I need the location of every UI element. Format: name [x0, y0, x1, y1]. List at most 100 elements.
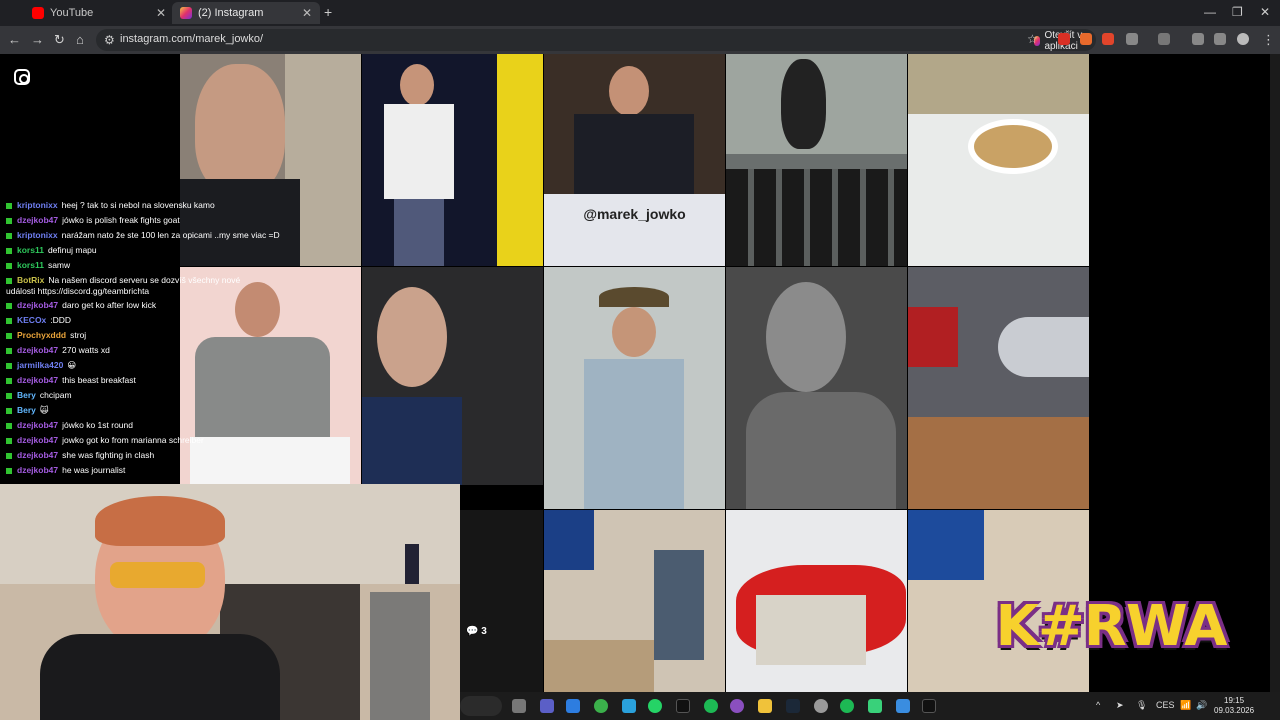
- instagram-icon[interactable]: [14, 69, 30, 85]
- media-icon[interactable]: [1214, 33, 1226, 45]
- extensions-puzzle-icon[interactable]: [1126, 33, 1138, 45]
- steam-icon[interactable]: [786, 699, 800, 713]
- back-icon[interactable]: ←: [8, 32, 21, 47]
- bookmark-star-icon[interactable]: ☆: [1027, 32, 1038, 46]
- post-thumbnail[interactable]: [908, 54, 1089, 266]
- chat-text: jówko ko 1st round: [62, 420, 133, 430]
- close-window-icon[interactable]: ✕: [1260, 5, 1270, 19]
- extension-icon[interactable]: [1102, 33, 1114, 45]
- chrome-icon[interactable]: [594, 699, 608, 713]
- app-icon[interactable]: [868, 699, 882, 713]
- chat-message: KECOx:DDD: [6, 315, 71, 325]
- chat-badge-icon: [6, 262, 12, 269]
- x-icon[interactable]: [676, 699, 690, 713]
- chat-username: kriptonixx: [17, 200, 58, 210]
- language-indicator[interactable]: CES: [1156, 700, 1175, 710]
- chat-text: definuj mapu: [47, 245, 97, 255]
- chat-text: this beast breakfast: [62, 375, 136, 385]
- side-panel-icon[interactable]: [1158, 33, 1170, 45]
- chat-badge-icon: [6, 362, 12, 369]
- webcam-overlay: [0, 484, 460, 720]
- chat-text: chcipam: [39, 390, 72, 400]
- folder-icon[interactable]: [758, 699, 772, 713]
- close-tab-icon[interactable]: ✕: [156, 6, 166, 20]
- network-icon[interactable]: 📶: [1180, 700, 1191, 711]
- chat-message: dzejkob47 she was fighting in clash: [6, 450, 154, 460]
- chat-badge-icon: [6, 422, 12, 429]
- extension-icon[interactable]: [1058, 33, 1070, 45]
- address-bar[interactable]: ⚙ instagram.com/marek_jowko/ Otevřít v a…: [96, 29, 1096, 52]
- microphone-icon[interactable]: 🎙: [1136, 700, 1147, 711]
- site-info-icon[interactable]: ⚙: [104, 33, 115, 47]
- chat-text: stroj: [70, 330, 87, 340]
- chat-message: Prochyxddd stroj: [6, 330, 86, 340]
- chat-badge-icon: [6, 317, 12, 324]
- chat-text: :DDD: [50, 315, 72, 325]
- volume-icon[interactable]: 🔊: [1196, 700, 1207, 711]
- url-text[interactable]: instagram.com/marek_jowko/: [120, 33, 263, 45]
- post-thumbnail[interactable]: [362, 267, 543, 485]
- post-thumbnail[interactable]: [726, 54, 907, 266]
- forward-icon[interactable]: →: [31, 32, 44, 47]
- chat-username: kriptonixx: [17, 230, 58, 240]
- chat-badge-icon: [6, 452, 12, 459]
- profile-avatar[interactable]: [1237, 33, 1249, 45]
- chat-username: jarmilka420: [17, 360, 64, 370]
- chat-username: kors11: [17, 260, 44, 270]
- chat-text: heej ? tak to si nebol na slovensku kamo: [61, 200, 215, 210]
- chat-message: dzejkob47 270 watts xd: [6, 345, 110, 355]
- chat-username: kors11: [17, 245, 44, 255]
- chat-badge-icon: [6, 277, 12, 284]
- post-thumbnail[interactable]: @marek_jowko: [544, 54, 725, 266]
- chat-username: KECOx: [17, 315, 47, 325]
- reload-icon[interactable]: ↻: [54, 32, 65, 48]
- home-icon[interactable]: ⌂: [76, 32, 84, 47]
- post-thumbnail[interactable]: [726, 510, 907, 692]
- app-icon[interactable]: [540, 699, 554, 713]
- chat-badge-icon: [6, 202, 12, 209]
- post-thumbnail[interactable]: [362, 54, 543, 266]
- menu-icon[interactable]: ⋮: [1262, 32, 1275, 48]
- extension-icon[interactable]: [1080, 33, 1092, 45]
- app-icon[interactable]: [566, 699, 580, 713]
- stream-logo-text: K#RWA: [995, 594, 1227, 659]
- tiktok-icon[interactable]: [922, 699, 936, 713]
- screen: YouTube ✕ (2) Instagram ✕ + — ❐ ✕ ← → ↻ …: [0, 0, 1280, 720]
- post-thumbnail[interactable]: [544, 510, 725, 692]
- chat-username: BotRix: [17, 275, 45, 285]
- app-icon[interactable]: [896, 699, 910, 713]
- spotify-icon[interactable]: [840, 699, 854, 713]
- post-thumbnail[interactable]: [726, 267, 907, 509]
- post-thumbnail[interactable]: [908, 267, 1089, 509]
- app-icon[interactable]: [730, 699, 744, 713]
- close-tab-icon[interactable]: ✕: [302, 6, 312, 20]
- tab-youtube[interactable]: YouTube ✕: [24, 2, 174, 24]
- chat-text: daro get ko after low kick: [62, 300, 157, 310]
- chat-text: 270 watts xd: [62, 345, 110, 355]
- app-icon[interactable]: [704, 699, 718, 713]
- new-tab-icon[interactable]: +: [324, 4, 332, 20]
- post-thumbnail[interactable]: [544, 267, 725, 509]
- chat-message: dzejkob47 jówko ko 1st round: [6, 420, 133, 430]
- telegram-icon[interactable]: [622, 699, 636, 713]
- chat-message: dzejkob47 this beast breakfast: [6, 375, 136, 385]
- post-thumbnail[interactable]: 💬 3: [460, 510, 543, 692]
- chat-text: události https://discord.gg/teambrichta: [6, 286, 150, 296]
- tray-chevron-icon[interactable]: ^: [1096, 700, 1100, 710]
- chat-message: jarmilka420 😀: [6, 360, 76, 370]
- taskbar-search[interactable]: [460, 696, 502, 716]
- post-handle-overlay: @marek_jowko: [583, 206, 686, 222]
- download-icon[interactable]: [1192, 33, 1204, 45]
- tab-instagram[interactable]: (2) Instagram ✕: [172, 2, 320, 24]
- tray-icon[interactable]: ➤: [1116, 700, 1124, 711]
- page-scrollbar[interactable]: [1270, 54, 1280, 692]
- settings-icon[interactable]: [814, 699, 828, 713]
- chat-text: he was journalist: [62, 465, 126, 475]
- task-view-icon[interactable]: [512, 699, 526, 713]
- minimize-icon[interactable]: —: [1204, 5, 1216, 19]
- chat-badge-icon: [6, 407, 12, 414]
- taskbar-clock[interactable]: 19:15 09.03.2026: [1214, 696, 1254, 716]
- maximize-icon[interactable]: ❐: [1232, 5, 1243, 19]
- chat-text: samw: [47, 260, 71, 270]
- whatsapp-icon[interactable]: [648, 699, 662, 713]
